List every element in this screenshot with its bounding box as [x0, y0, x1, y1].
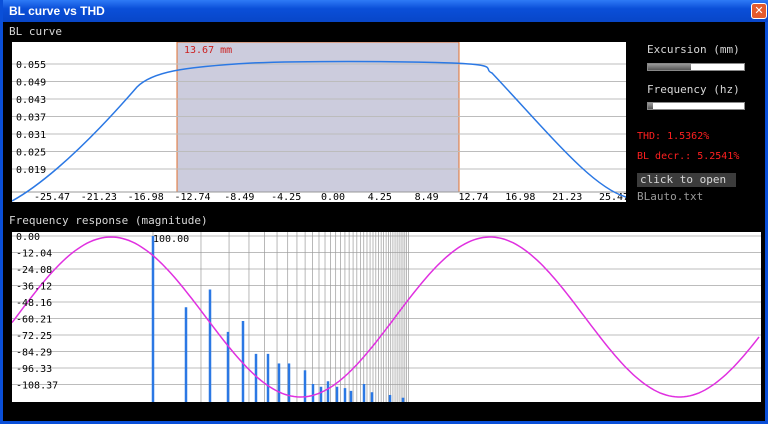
frequency-response-chart: 0.00 -12.04 -24.08 -36.12 -48.16 -60.21 -72.25… [11, 232, 761, 402]
bl-y-tick-label: 0.043 [16, 95, 46, 106]
bl-x-tick-label: 25.47 [599, 192, 626, 202]
bl-y-tick-label: 0.031 [16, 130, 46, 141]
frequency-response-plot: 0.00 -12.04 -24.08 -36.12 -48.16 -60.21 -72.25… [11, 232, 761, 402]
waveform-sine [11, 236, 760, 398]
bl-y-tick-label: 0.055 [16, 60, 46, 71]
fr-y-tick-label: -24.08 [16, 265, 52, 276]
bl-x-tick-label: 8.49 [415, 192, 439, 202]
fr-y-tick-label: -36.12 [16, 282, 52, 293]
bl-x-tick-label: -12.74 [174, 192, 210, 202]
close-button[interactable]: ✕ [751, 3, 767, 19]
bl-curve-chart: 13.67 mm 0.055 0.049 0.043 0.037 0.031 0.025 0… [11, 41, 629, 203]
bl-x-tick-label: -25.47 [34, 192, 70, 202]
bl-x-tick-label: -8.49 [224, 192, 254, 202]
open-file-button[interactable]: click to open [637, 173, 736, 187]
frequency-response-heading: Frequency response (magnitude) [9, 214, 208, 227]
bl-curve-plot: 13.67 mm 0.055 0.049 0.043 0.037 0.031 0.025 0… [11, 41, 629, 203]
fr-y-tick-label: 0.00 [16, 232, 40, 243]
thd-readout: THD: 1.5362% [637, 131, 710, 142]
bl-y-tick-label: 0.025 [16, 148, 46, 159]
frequency-level [648, 103, 653, 109]
fr-y-tick-label: -108.37 [16, 381, 58, 392]
frequency-slider[interactable] [647, 102, 745, 110]
excursion-level [648, 64, 692, 70]
bl-curve-heading: BL curve [9, 25, 62, 38]
close-icon: ✕ [754, 4, 764, 17]
fr-y-tick-label: -96.33 [16, 364, 52, 375]
bl-y-tick-label: 0.049 [16, 78, 46, 89]
excursion-slider[interactable] [647, 63, 745, 71]
fr-y-tick-label: -48.16 [16, 298, 52, 309]
fr-y-tick-label: -60.21 [16, 315, 52, 326]
fr-y-tick-label: -84.29 [16, 348, 52, 359]
bl-y-tick-label: 0.019 [16, 165, 46, 176]
bl-x-tick-label: 16.98 [505, 192, 535, 202]
frequency-label: Frequency (hz) [647, 83, 740, 96]
fr-y-tick-label: -12.04 [16, 249, 52, 260]
bl-x-tick-label: 0.00 [321, 192, 345, 202]
title-bar[interactable]: BL curve vs THD ✕ [3, 0, 768, 22]
bl-x-tick-label: -16.98 [128, 192, 164, 202]
bl-x-tick-label: -4.25 [271, 192, 301, 202]
bl-y-tick-label: 0.037 [16, 113, 46, 124]
peak-label: 100.00 [153, 234, 189, 245]
bl-x-tick-label: 4.25 [368, 192, 392, 202]
bl-decrease-readout: BL decr.: 5.2541% [637, 151, 740, 162]
app-window: BL curve vs THD ✕ BL curve 13.67 mm 0.05… [0, 0, 768, 424]
file-name: BLauto.txt [637, 190, 704, 203]
window-title: BL curve vs THD [9, 4, 105, 18]
excursion-label: Excursion (mm) [647, 43, 740, 56]
bl-x-tick-label: -21.23 [81, 192, 117, 202]
bl-x-tick-label: 12.74 [458, 192, 488, 202]
fr-y-tick-label: -72.25 [16, 331, 52, 342]
bl-selection-label: 13.67 mm [184, 45, 232, 56]
bl-x-tick-label: 21.23 [552, 192, 582, 202]
